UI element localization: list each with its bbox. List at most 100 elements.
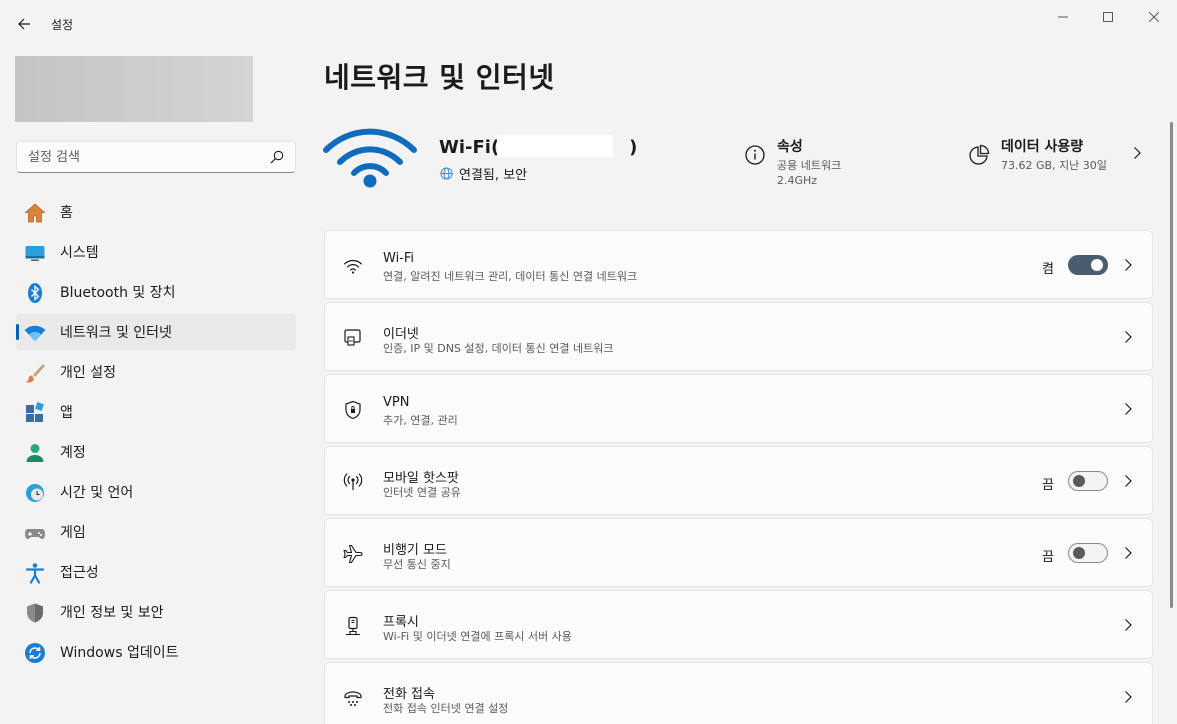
sidebar-item-network[interactable]: 네트워크 및 인터넷 <box>16 314 296 350</box>
toggle-knob <box>1073 547 1085 559</box>
card-description: 전화 접속 인터넷 연결 설정 <box>383 702 509 715</box>
sidebar-item-label: 시간 및 언어 <box>60 485 134 501</box>
sidebar-item-windows-update[interactable]: Windows 업데이트 <box>16 634 296 670</box>
sidebar-item-system[interactable]: 시스템 <box>16 234 296 270</box>
home-icon <box>24 202 46 224</box>
sidebar-item-gaming[interactable]: 게임 <box>16 514 296 550</box>
card-description: 무선 통신 중지 <box>383 558 451 571</box>
scrollbar[interactable] <box>1170 122 1173 608</box>
chevron-right-icon <box>1125 475 1132 487</box>
proxy-icon <box>342 615 364 637</box>
title-bar: 설정 <box>0 0 1177 48</box>
airplane-icon <box>342 543 364 565</box>
redaction-block <box>497 135 613 157</box>
ethernet-icon <box>342 327 364 349</box>
toggle-state-label: 끔 <box>1042 478 1054 493</box>
card-description: 연결, 알려진 네트워크 관리, 데이터 통신 연결 네트워크 <box>383 270 638 283</box>
chevron-right-icon <box>1125 403 1132 415</box>
card-title: Wi-Fi <box>383 251 415 266</box>
properties-title: 속성 <box>777 139 803 155</box>
account-icon <box>24 442 46 464</box>
card-description: 인터넷 연결 공유 <box>383 486 461 499</box>
card-description: 추가, 연결, 관리 <box>383 414 458 427</box>
globe-icon <box>440 167 453 180</box>
settings-cards: Wi-Fi 연결, 알려진 네트워크 관리, 데이터 통신 연결 네트워크 켬 … <box>324 230 1153 724</box>
sidebar-item-time-language[interactable]: 시간 및 언어 <box>16 474 296 510</box>
minimize-button[interactable] <box>1040 6 1086 28</box>
chevron-right-icon <box>1134 147 1141 159</box>
sidebar-item-label: 앱 <box>60 405 73 421</box>
card-dial-up[interactable]: 전화 접속 전화 접속 인터넷 연결 설정 <box>324 662 1153 724</box>
card-description: Wi-Fi 및 이더넷 연결에 프록시 서버 사용 <box>383 630 572 643</box>
minimize-icon <box>1058 16 1068 18</box>
sidebar-item-personalization[interactable]: 개인 설정 <box>16 354 296 390</box>
network-profile: 공용 네트워크 <box>777 159 842 172</box>
gaming-icon <box>24 522 46 544</box>
sidebar-item-label: Bluetooth 및 장치 <box>60 285 176 301</box>
search-icon[interactable] <box>270 150 284 164</box>
sidebar-item-label: 홈 <box>60 205 73 221</box>
card-airplane-mode[interactable]: 비행기 모드 무선 통신 중지 끔 <box>324 518 1153 587</box>
sidebar-item-label: 개인 설정 <box>60 365 116 381</box>
wifi-icon <box>342 255 364 277</box>
search-input[interactable] <box>28 148 258 166</box>
wifi-hero-icon <box>323 128 417 188</box>
time-language-icon <box>24 482 46 504</box>
sidebar-item-label: 계정 <box>60 445 86 461</box>
maximize-button[interactable] <box>1085 6 1131 28</box>
vpn-shield-icon <box>342 399 364 421</box>
chevron-right-icon <box>1125 331 1132 343</box>
card-wifi[interactable]: Wi-Fi 연결, 알려진 네트워크 관리, 데이터 통신 연결 네트워크 켬 <box>324 230 1153 299</box>
accessibility-icon <box>24 562 46 584</box>
dialup-icon <box>342 687 364 709</box>
connection-status-text: 연결됨, 보안 <box>459 168 528 183</box>
data-usage-title: 데이터 사용량 <box>1001 139 1084 155</box>
sidebar-item-accessibility[interactable]: 접근성 <box>16 554 296 590</box>
network-band: 2.4GHz <box>777 174 818 187</box>
sidebar-nav: 홈 시스템 Bluetooth 및 장치 네트워크 및 인터넷 개인 설정 앱 <box>16 194 296 674</box>
back-arrow-icon <box>18 18 30 30</box>
maximize-icon <box>1103 12 1113 22</box>
sidebar-item-apps[interactable]: 앱 <box>16 394 296 430</box>
connection-status: 연결됨, 보안 <box>440 164 527 183</box>
card-vpn[interactable]: VPN 추가, 연결, 관리 <box>324 374 1153 443</box>
update-icon <box>24 642 46 664</box>
sidebar-item-label: 네트워크 및 인터넷 <box>60 325 172 341</box>
sidebar-item-label: 접근성 <box>60 565 99 581</box>
sidebar-item-accounts[interactable]: 계정 <box>16 434 296 470</box>
search-box[interactable] <box>16 141 296 173</box>
apps-icon <box>24 402 46 424</box>
back-button[interactable] <box>12 12 36 36</box>
page-title: 네트워크 및 인터넷 <box>324 61 555 94</box>
close-button[interactable] <box>1131 6 1177 28</box>
close-icon <box>1149 12 1159 22</box>
sidebar-item-label: Windows 업데이트 <box>60 645 179 661</box>
airplane-mode-toggle[interactable] <box>1068 543 1108 563</box>
wifi-toggle[interactable] <box>1068 255 1108 275</box>
network-icon <box>24 322 46 344</box>
chevron-right-icon <box>1125 547 1132 559</box>
card-title: VPN <box>383 395 410 410</box>
bluetooth-icon <box>24 282 46 304</box>
toggle-state-label: 끔 <box>1042 550 1054 565</box>
hotspot-icon <box>342 471 364 493</box>
hotspot-toggle[interactable] <box>1068 471 1108 491</box>
card-ethernet[interactable]: 이더넷 인증, IP 및 DNS 설정, 데이터 통신 연결 네트워크 <box>324 302 1153 371</box>
sidebar-item-home[interactable]: 홈 <box>16 194 296 230</box>
sidebar-item-privacy[interactable]: 개인 정보 및 보안 <box>16 594 296 630</box>
pie-chart-icon <box>969 144 990 165</box>
network-name-end: ) <box>629 137 638 158</box>
card-proxy[interactable]: 프록시 Wi-Fi 및 이더넷 연결에 프록시 서버 사용 <box>324 590 1153 659</box>
shield-icon <box>24 602 46 624</box>
system-icon <box>24 242 46 264</box>
app-title: 설정 <box>51 18 74 32</box>
data-usage-detail: 73.62 GB, 지난 30일 <box>1001 159 1107 172</box>
sidebar-item-label: 시스템 <box>60 245 99 261</box>
sidebar-item-label: 게임 <box>60 525 86 541</box>
sidebar-item-bluetooth[interactable]: Bluetooth 및 장치 <box>16 274 296 310</box>
toggle-knob <box>1073 475 1085 487</box>
info-icon <box>745 145 765 165</box>
chevron-right-icon <box>1125 619 1132 631</box>
account-card[interactable] <box>15 56 253 122</box>
card-mobile-hotspot[interactable]: 모바일 핫스팟 인터넷 연결 공유 끔 <box>324 446 1153 515</box>
